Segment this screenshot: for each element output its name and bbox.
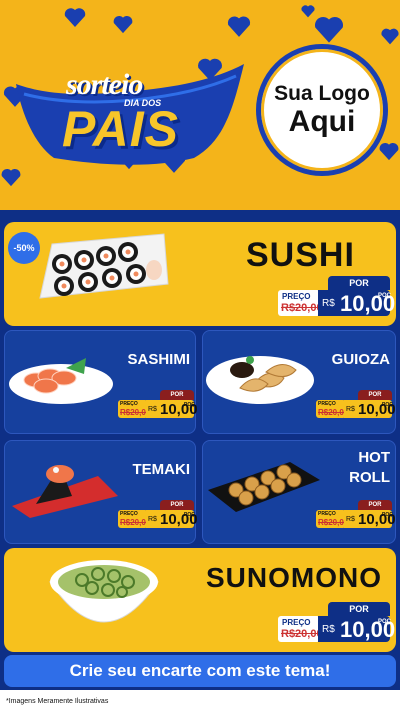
price-tag-sashimi: POR PREÇO R$20,00 R$ 10,00 POÇ — [118, 390, 198, 418]
new-price: R$ 10,00 POÇ — [146, 400, 198, 418]
old-price-value: R$20,00 — [281, 302, 323, 314]
sushi-image — [39, 233, 169, 299]
price-unit: POÇ — [184, 402, 195, 408]
currency: R$ — [148, 406, 157, 413]
price-label: PREÇO — [318, 401, 336, 407]
price-label: PREÇO — [282, 618, 311, 627]
price-tag-sushi: POR PREÇO R$20,00 R$ 10,00 POÇ — [278, 276, 395, 316]
heart-icon — [62, 6, 88, 28]
price-por-label: POR — [328, 276, 390, 290]
heart-icon — [226, 14, 252, 38]
price-por-label: POR — [328, 602, 390, 616]
old-price: PREÇO R$20,00 — [316, 400, 348, 418]
header: sorteio DIA DOS PAIS Sua Logo Aqui — [0, 0, 400, 210]
guioza-image — [206, 356, 314, 404]
event-banner: sorteio DIA DOS PAIS — [14, 54, 246, 172]
item-title-sunomono: SUNOMONO — [206, 562, 382, 593]
price-label: PREÇO — [120, 511, 138, 517]
old-price: PREÇO R$20,00 — [118, 400, 150, 418]
price-label: PREÇO — [120, 401, 138, 407]
price-unit: POÇ — [382, 402, 393, 408]
old-price: PREÇO R$20,00 — [278, 290, 323, 316]
new-price: R$ 10,00 POÇ — [318, 616, 395, 642]
heart-icon — [312, 14, 346, 44]
sunomono-image — [49, 560, 159, 623]
new-price: R$ 10,00 POÇ — [318, 290, 395, 316]
item-title-guioza: GUIOZA — [331, 351, 390, 368]
price-label: PREÇO — [318, 511, 336, 517]
currency: R$ — [322, 624, 335, 635]
item-title-hotroll-line2: ROLL — [349, 469, 390, 486]
old-price: PREÇO R$20,00 — [278, 616, 323, 642]
old-price-value: R$20,00 — [281, 628, 323, 640]
price-tag-sunomono: POR PREÇO R$20,00 R$ 10,00 POÇ — [278, 602, 395, 642]
price-unit: POÇ — [184, 512, 195, 518]
price-por-label: POR — [358, 390, 392, 400]
hotroll-image — [208, 462, 320, 512]
price-unit: POÇ — [382, 512, 393, 518]
heart-icon — [378, 140, 400, 162]
new-price: R$ 10,00 POÇ — [344, 400, 396, 418]
price-tag-hotroll: POR PREÇO R$20,00 R$ 10,00 POÇ — [316, 500, 396, 528]
price-tag-temaki: POR PREÇO R$20,00 R$ 10,00 POÇ — [118, 500, 198, 528]
new-price: R$ 10,00 POÇ — [146, 510, 198, 528]
price-por-label: POR — [358, 500, 392, 510]
price-por-label: POR — [160, 390, 194, 400]
price-unit: POÇ — [378, 293, 392, 299]
old-price: PREÇO R$20,00 — [118, 510, 150, 528]
currency: R$ — [148, 516, 157, 523]
logo-text-line2: Aqui — [288, 105, 356, 138]
currency: R$ — [346, 516, 355, 523]
price-tag-guioza: POR PREÇO R$20,00 R$ 10,00 POÇ — [316, 390, 396, 418]
banner-title: sorteio — [66, 68, 143, 101]
price-unit: POÇ — [378, 619, 392, 625]
item-title-hotroll: HOT ROLL — [318, 448, 390, 488]
item-title-temaki: TEMAKI — [132, 461, 191, 478]
logo-placeholder[interactable]: Sua Logo Aqui — [256, 44, 388, 176]
old-price: PREÇO R$20,00 — [316, 510, 348, 528]
heart-icon — [380, 26, 400, 46]
item-title-sushi: SUSHI — [246, 236, 355, 274]
heart-icon — [112, 14, 134, 34]
banner-main-word: PAIS — [62, 101, 179, 157]
price-por-label: POR — [160, 500, 194, 510]
item-title-hotroll-line1: HOT — [358, 449, 390, 466]
disclaimer-text: *Imagens Meramente Ilustrativas — [6, 698, 109, 705]
temaki-image — [12, 465, 118, 518]
currency: R$ — [322, 298, 335, 309]
item-title-sashimi: SASHIMI — [127, 351, 190, 368]
sashimi-image — [9, 358, 113, 404]
new-price: R$ 10,00 POÇ — [344, 510, 396, 528]
price-label: PREÇO — [282, 292, 311, 301]
create-flyer-button[interactable]: Crie seu encarte com este tema! — [4, 655, 396, 687]
currency: R$ — [346, 406, 355, 413]
logo-text-line1: Sua Logo — [274, 82, 370, 105]
